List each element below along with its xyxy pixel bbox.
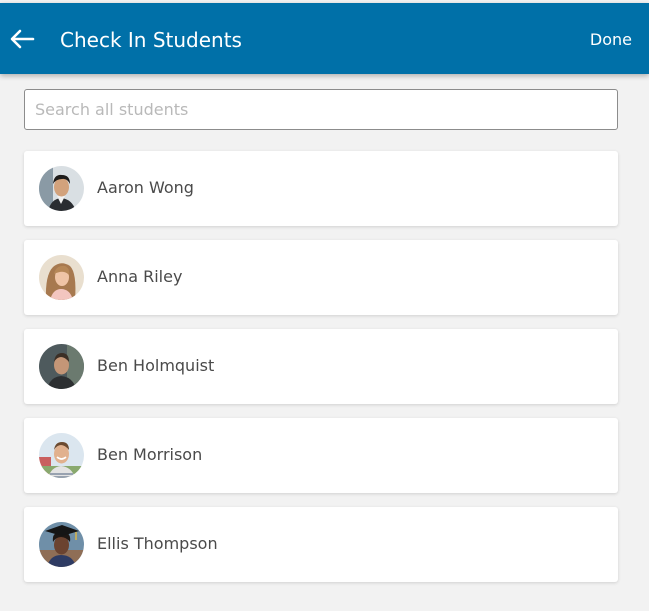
student-name: Anna Riley	[97, 267, 183, 286]
student-card-ben-morrison[interactable]: Ben Morrison	[24, 418, 618, 493]
student-name: Ben Holmquist	[97, 356, 215, 375]
student-name: Ellis Thompson	[97, 534, 218, 553]
student-name: Ben Morrison	[97, 445, 203, 464]
student-card-anna-riley[interactable]: Anna Riley	[24, 240, 618, 315]
app-bar: Check In Students Done	[0, 3, 649, 74]
student-name: Aaron Wong	[97, 178, 194, 197]
search-input[interactable]	[24, 89, 618, 130]
avatar	[39, 344, 84, 389]
done-button[interactable]: Done	[590, 30, 632, 50]
student-card-ellis-thompson[interactable]: Ellis Thompson	[24, 507, 618, 582]
arrow-left-icon	[10, 29, 35, 49]
student-card-aaron-wong[interactable]: Aaron Wong	[24, 151, 618, 226]
avatar	[39, 433, 84, 478]
back-button[interactable]	[8, 24, 36, 54]
avatar	[39, 522, 84, 567]
page-title: Check In Students	[60, 28, 242, 52]
student-card-ben-holmquist[interactable]: Ben Holmquist	[24, 329, 618, 404]
avatar	[39, 255, 84, 300]
avatar	[39, 166, 84, 211]
student-list: Aaron Wong Anna Riley Ben Holmquist Ben …	[24, 151, 618, 596]
